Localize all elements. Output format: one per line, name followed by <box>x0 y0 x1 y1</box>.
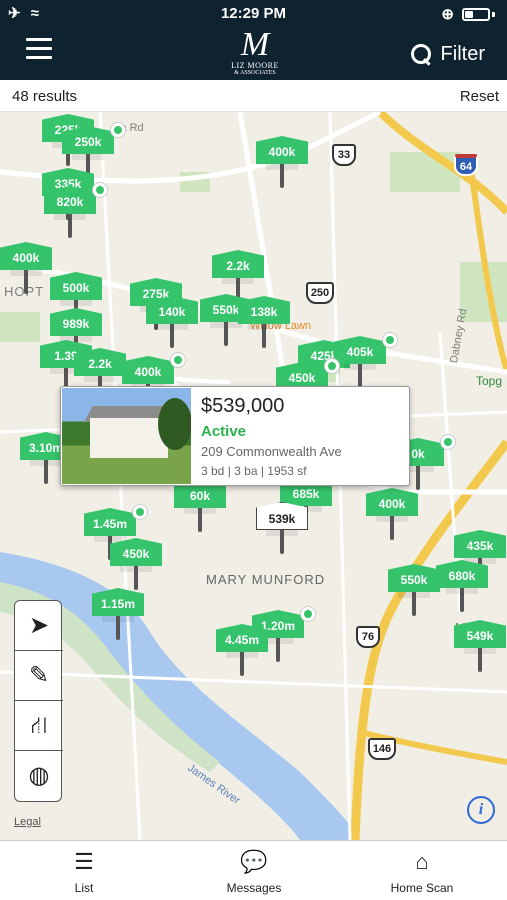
filter-button[interactable]: Filter <box>410 43 485 66</box>
pin-price: 539k <box>256 502 308 530</box>
logo-name: LIZ MOORE <box>231 61 279 70</box>
listing-pin[interactable]: 400k <box>256 136 308 200</box>
filter-label: Filter <box>440 43 485 65</box>
listing-facts: 3 bd | 3 ba | 1953 sf <box>201 464 307 478</box>
pin-price: 250k <box>62 126 114 154</box>
pin-price: 549k <box>454 620 506 648</box>
listing-pin[interactable]: 820k <box>44 182 108 250</box>
chat-bubble-icon: 💬 <box>240 849 268 874</box>
app-screen: ✈ ≈ 12:29 PM ⊕ M LIZ MOORE & ASSOCIATES … <box>0 0 507 900</box>
favorite-dot-icon <box>440 434 456 450</box>
pin-price: 2.2k <box>212 250 264 278</box>
legal-link[interactable]: Legal <box>14 816 41 828</box>
top-bar: ✈ ≈ 12:29 PM ⊕ M LIZ MOORE & ASSOCIATES … <box>0 0 507 80</box>
favorite-dot-icon <box>324 358 340 374</box>
favorite-dot-icon <box>382 332 398 348</box>
listing-pin[interactable]: 549k <box>454 620 506 684</box>
brand-logo: M LIZ MOORE & ASSOCIATES <box>220 28 290 80</box>
listing-pin[interactable]: 60k <box>174 480 226 544</box>
pin-price: 680k <box>436 560 488 588</box>
tab-home-scan[interactable]: ⌂ Home Scan <box>372 849 472 895</box>
pin-price: 1.45m <box>84 508 136 536</box>
pin-price: 1.15m <box>92 588 144 616</box>
map-view[interactable]: HOPT MARY MUNFORD MUS DI ia Rd Dabney Rd… <box>0 112 507 840</box>
map-tools: ➤ ✎ ⛙ ◍ <box>14 600 63 802</box>
route-250-shield: 250 <box>306 282 334 304</box>
pin-price: 450k <box>110 538 162 566</box>
pin-price: 2.2k <box>74 348 126 376</box>
pin-price: 400k <box>256 136 308 164</box>
listing-pin[interactable]: 138k <box>238 296 290 360</box>
results-bar: 48 results Reset <box>0 80 507 112</box>
house-scan-icon: ⌂ <box>415 849 429 874</box>
route-146-shield: 146 <box>368 738 396 760</box>
listing-status: Active <box>201 423 247 440</box>
status-bar: ✈ ≈ 12:29 PM ⊕ <box>0 0 507 28</box>
tab-list[interactable]: ☰ List <box>34 849 134 895</box>
status-right: ⊕ <box>441 5 495 23</box>
map-label-mary-munford: MARY MUNFORD <box>206 572 326 587</box>
listing-photo <box>62 388 191 484</box>
interstate-64-shield: 64 <box>454 154 478 176</box>
tab-messages-label: Messages <box>226 881 282 895</box>
road-icon[interactable]: ⛙ <box>15 701 63 751</box>
pin-price: 989k <box>50 308 102 336</box>
listing-preview-card[interactable]: $539,000 Active 209 Commonwealth Ave 3 b… <box>60 386 410 486</box>
pin-price: 4.45m <box>216 624 268 652</box>
route-76-shield: 76 <box>356 626 380 648</box>
favorite-dot-icon <box>92 182 108 198</box>
listing-pin[interactable]: 4.45m <box>216 624 268 688</box>
pin-price: 820k <box>44 186 96 214</box>
status-time: 12:29 PM <box>220 5 287 22</box>
globe-icon[interactable]: ◍ <box>15 751 63 801</box>
pin-price: 138k <box>238 296 290 324</box>
pin-price: 500k <box>50 272 102 300</box>
pin-price: 435k <box>454 530 506 558</box>
pin-price: 550k <box>388 564 440 592</box>
listing-price: $539,000 <box>201 395 285 417</box>
logo-sub: & ASSOCIATES <box>234 70 276 76</box>
draw-pencil-icon[interactable]: ✎ <box>15 651 63 701</box>
tab-bar: ☰ List 💬 Messages ⌂ Home Scan <box>0 840 507 900</box>
logo-mark: M <box>240 26 270 63</box>
tab-messages[interactable]: 💬 Messages <box>204 849 304 895</box>
battery-icon <box>462 7 490 21</box>
favorite-dot-icon <box>132 504 148 520</box>
listing-pin[interactable]: 1.15m <box>92 588 144 652</box>
pin-price: 400k <box>0 242 52 270</box>
battery-tip <box>492 11 495 17</box>
listing-pin[interactable]: 680k <box>436 560 488 624</box>
listing-pin[interactable]: 140k <box>146 296 198 360</box>
favorite-dot-icon <box>300 606 316 622</box>
route-33-shield: 33 <box>332 144 356 166</box>
favorite-dot-icon <box>170 352 186 368</box>
orientation-lock-icon: ⊕ <box>441 6 454 23</box>
info-icon[interactable]: i <box>467 796 495 824</box>
results-count: 48 results <box>12 88 78 105</box>
search-icon <box>410 43 433 66</box>
selected-listing-pin[interactable]: 539k <box>256 502 308 566</box>
tab-home-scan-label: Home Scan <box>390 881 454 895</box>
pin-price: 400k <box>122 356 174 384</box>
reset-button[interactable]: Reset <box>460 88 499 105</box>
listing-address: 209 Commonwealth Ave <box>201 444 342 459</box>
list-icon: ☰ <box>74 849 94 874</box>
tab-list-label: List <box>74 881 94 895</box>
hamburger-menu-button[interactable] <box>26 38 52 62</box>
map-label-topg: Topg <box>476 374 503 388</box>
listing-pin[interactable]: 550k <box>388 564 440 628</box>
pin-price: 140k <box>146 296 198 324</box>
listing-pin[interactable]: 400k <box>0 242 52 306</box>
location-arrow-icon[interactable]: ➤ <box>15 601 63 651</box>
favorite-dot-icon <box>110 122 126 138</box>
pin-price: 405k <box>334 336 386 364</box>
